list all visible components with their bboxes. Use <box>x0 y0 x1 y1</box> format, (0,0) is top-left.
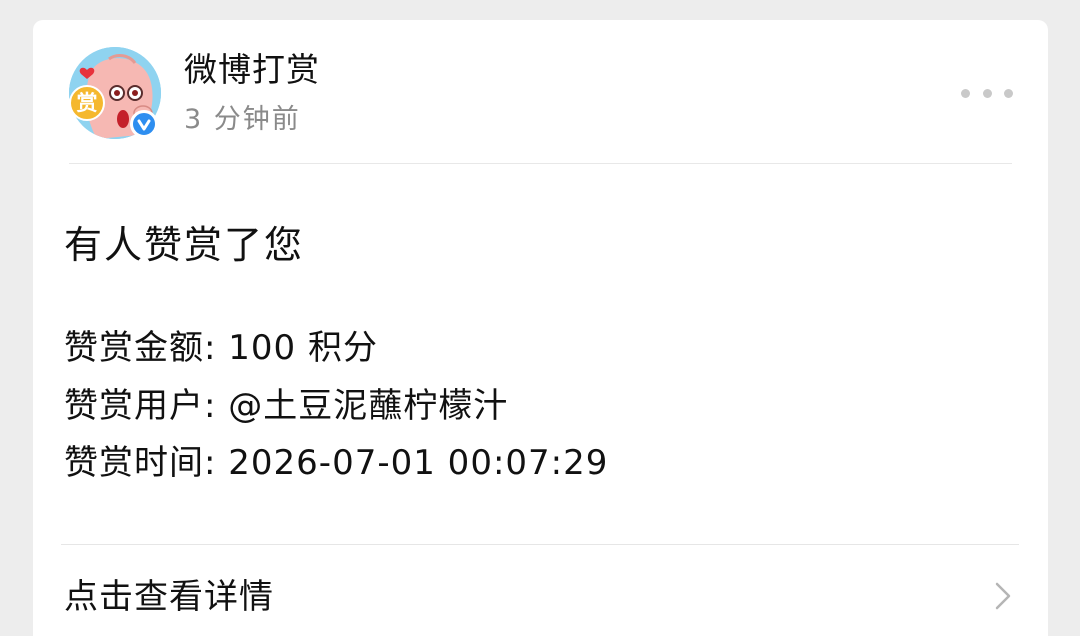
post-timestamp: 3 分钟前 <box>184 104 301 135</box>
reward-user-line: 赞赏用户: @土豆泥蘸柠檬汁 <box>64 384 508 428</box>
avatar[interactable]: 赏 <box>69 47 161 139</box>
more-dot <box>1004 88 1013 98</box>
sender-name[interactable]: 微博打赏 <box>184 50 320 90</box>
more-dots-icon[interactable] <box>961 80 1013 106</box>
reward-time-line: 赞赏时间: 2026-07-01 00:07:29 <box>64 441 608 485</box>
reward-user-label: 赞赏用户: <box>64 386 217 426</box>
reward-amount-value: 100 积分 <box>228 328 378 368</box>
chevron-right-icon <box>995 582 1011 610</box>
reward-time-value: 2026-07-01 00:07:29 <box>228 443 609 483</box>
reward-time-label: 赞赏时间: <box>64 443 217 483</box>
reward-amount-line: 赞赏金额: 100 积分 <box>64 326 378 370</box>
header-divider <box>69 163 1012 164</box>
notification-card: 赏 微博打赏 3 分钟前 有人赞赏了您 赞赏金额: 100 积分 赞赏用户: @… <box>33 20 1048 636</box>
view-detail-label: 点击查看详情 <box>64 577 274 617</box>
card-header: 赏 微博打赏 3 分钟前 <box>33 20 1048 164</box>
more-dot <box>961 88 970 98</box>
reward-badge-label: 赏 <box>76 91 98 115</box>
message-title: 有人赞赏了您 <box>64 223 305 267</box>
reward-amount-label: 赞赏金额: <box>64 328 217 368</box>
verified-v-icon <box>130 110 158 138</box>
view-detail-button[interactable]: 点击查看详情 <box>33 545 1048 636</box>
reward-user-link[interactable]: @土豆泥蘸柠檬汁 <box>228 386 508 426</box>
more-dot <box>982 88 992 98</box>
